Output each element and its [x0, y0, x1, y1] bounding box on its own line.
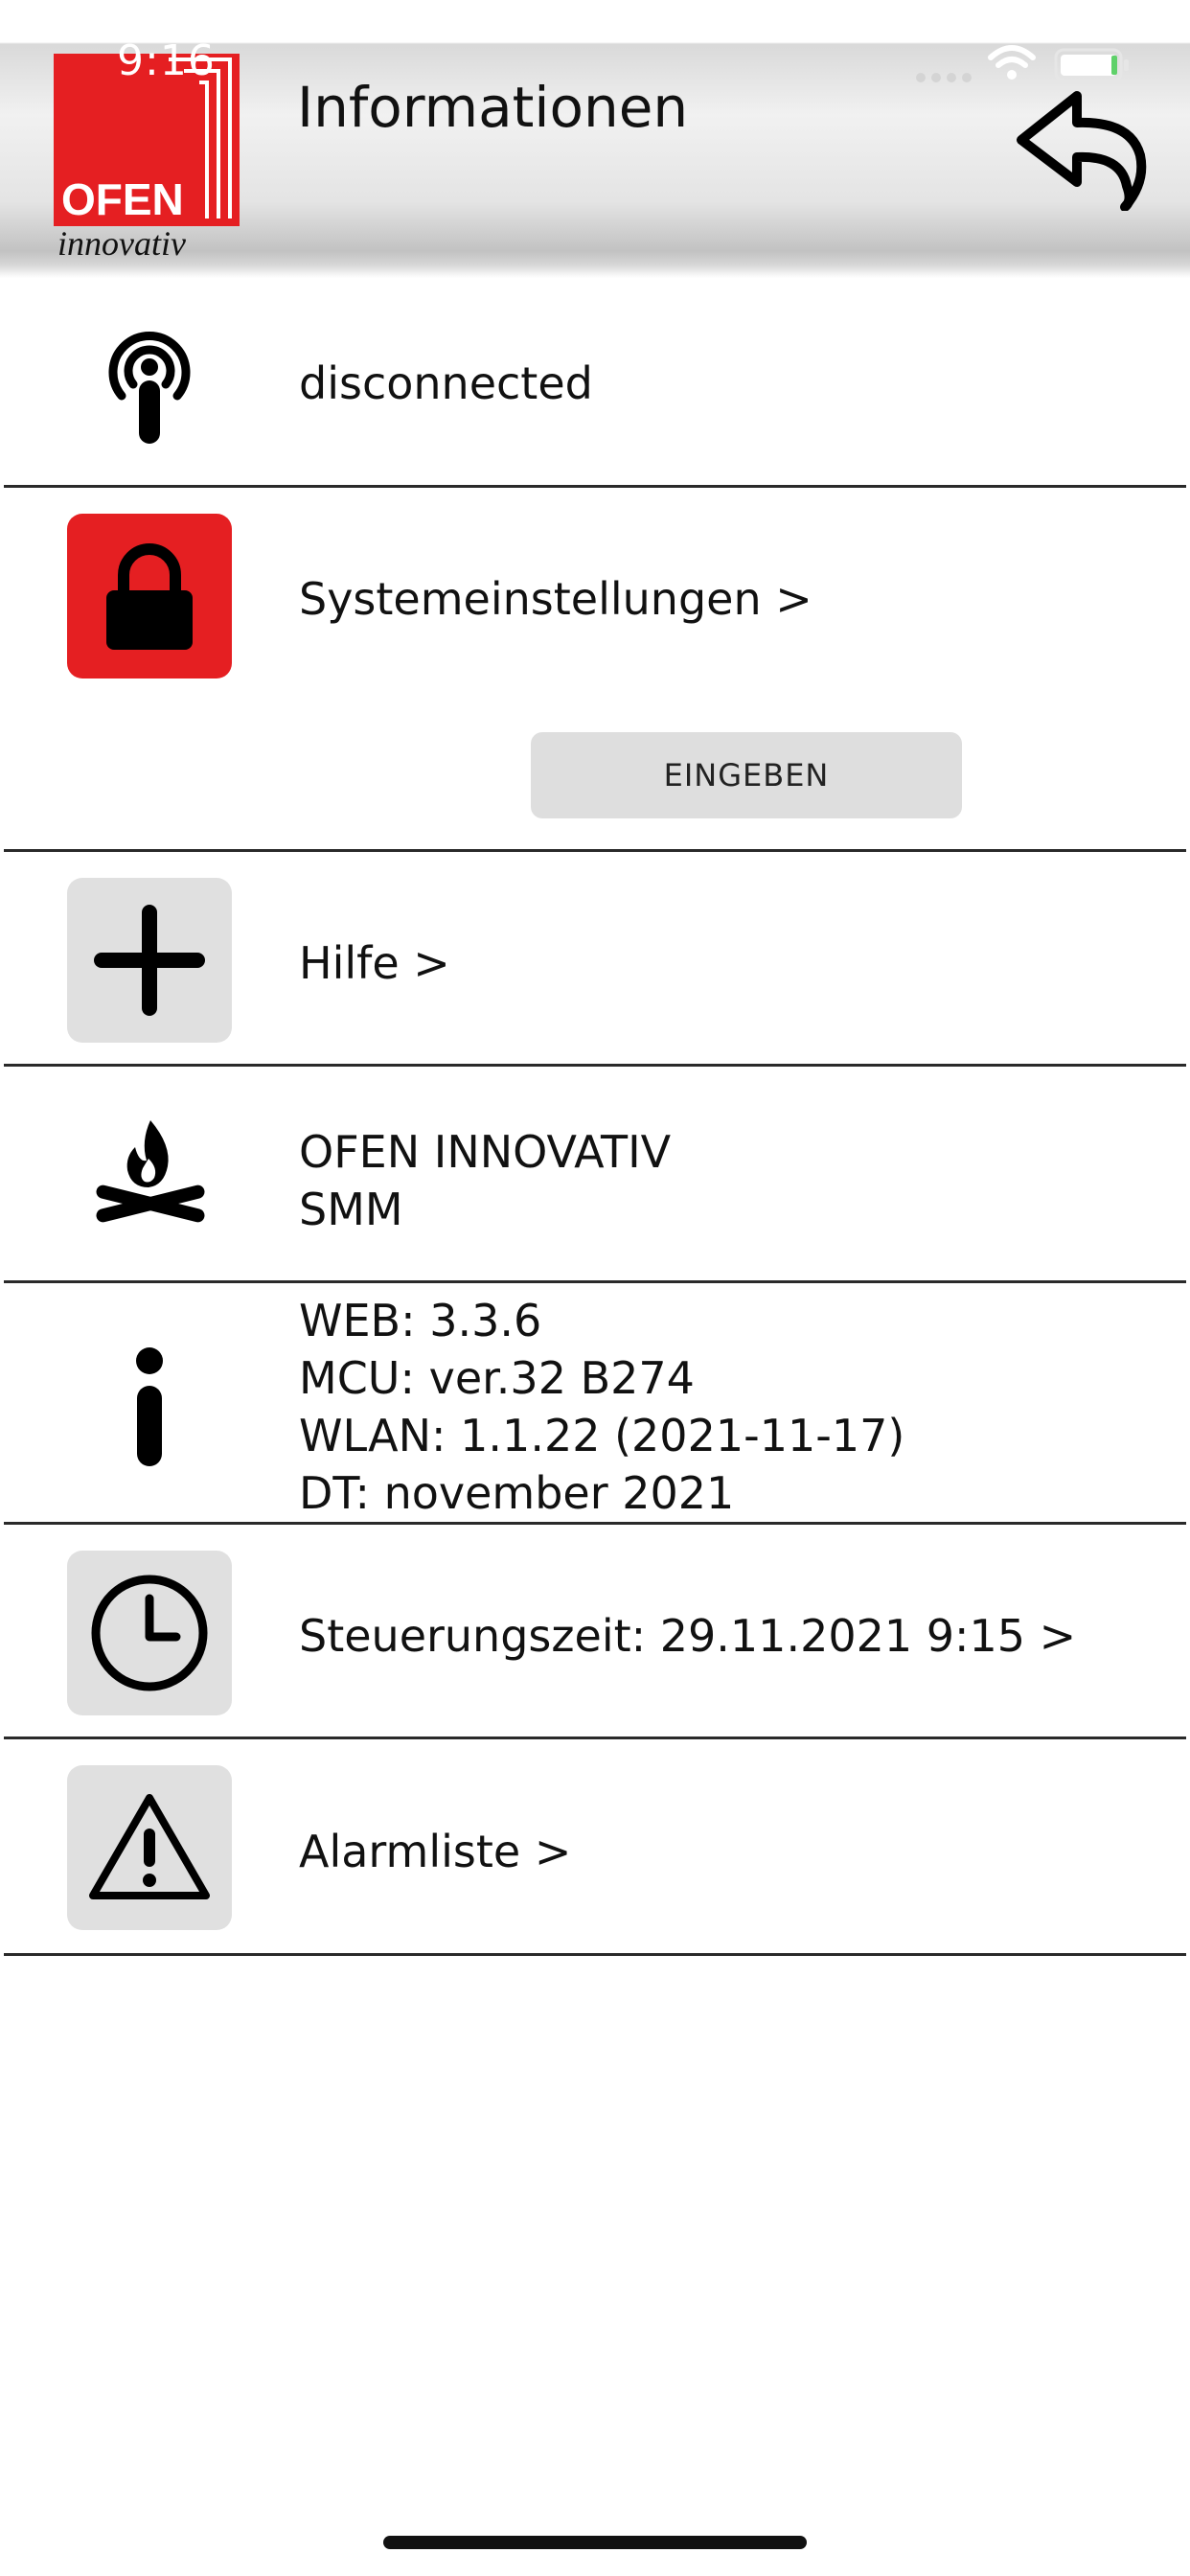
dt-version: DT: november 2021 — [299, 1467, 735, 1519]
alarm-list-link[interactable]: Alarmliste > — [299, 1823, 571, 1880]
controller-time-link[interactable]: Steuerungszeit: 29.11.2021 9:15 > — [299, 1607, 1076, 1665]
back-button[interactable] — [1010, 86, 1154, 212]
svg-text:OFEN: OFEN — [61, 174, 184, 224]
divider — [4, 485, 1186, 488]
help-link[interactable]: Hilfe > — [299, 934, 450, 992]
divider — [4, 849, 1186, 852]
help-tile[interactable] — [67, 878, 232, 1043]
lock-icon — [106, 543, 193, 650]
divider — [4, 1280, 1186, 1283]
alarm-list-tile[interactable] — [67, 1765, 232, 1930]
web-version: WEB: 3.3.6 — [299, 1295, 542, 1346]
campfire-icon — [67, 1092, 232, 1257]
back-arrow-icon — [1017, 91, 1147, 212]
system-settings-tile[interactable] — [67, 514, 232, 678]
device-name: OFEN INNOVATIV — [299, 1126, 672, 1178]
clock-icon — [91, 1575, 208, 1691]
home-indicator[interactable] — [383, 2536, 807, 2549]
eingeben-button[interactable]: EINGEBEN — [531, 732, 962, 818]
info-icon — [67, 1324, 232, 1489]
divider — [4, 1953, 1186, 1956]
header-bar: OFEN innovativ 9:16 Informationen — [0, 0, 1190, 278]
system-settings-link[interactable]: Systemeinstellungen > — [299, 570, 812, 628]
divider — [4, 1736, 1186, 1739]
page-title: Informationen — [297, 75, 689, 140]
divider — [4, 1522, 1186, 1525]
device-model: SMM — [299, 1184, 403, 1235]
wlan-version: WLAN: 1.1.22 (2021-11-17) — [299, 1410, 905, 1461]
ofen-innovativ-logo: OFEN innovativ — [54, 54, 245, 264]
status-bar-time: 9:16 — [117, 36, 216, 85]
cellular-signal-icon — [916, 73, 972, 82]
svg-text:innovativ: innovativ — [57, 224, 186, 263]
warning-icon — [89, 1794, 210, 1899]
plus-icon — [94, 905, 205, 1016]
battery-icon — [1054, 48, 1129, 82]
divider — [4, 1064, 1186, 1067]
connection-status-text: disconnected — [299, 357, 593, 409]
mcu-version: MCU: ver.32 B274 — [299, 1352, 695, 1404]
wifi-icon — [988, 45, 1036, 80]
controller-time-tile[interactable] — [67, 1551, 232, 1715]
broadcast-icon — [67, 303, 232, 468]
